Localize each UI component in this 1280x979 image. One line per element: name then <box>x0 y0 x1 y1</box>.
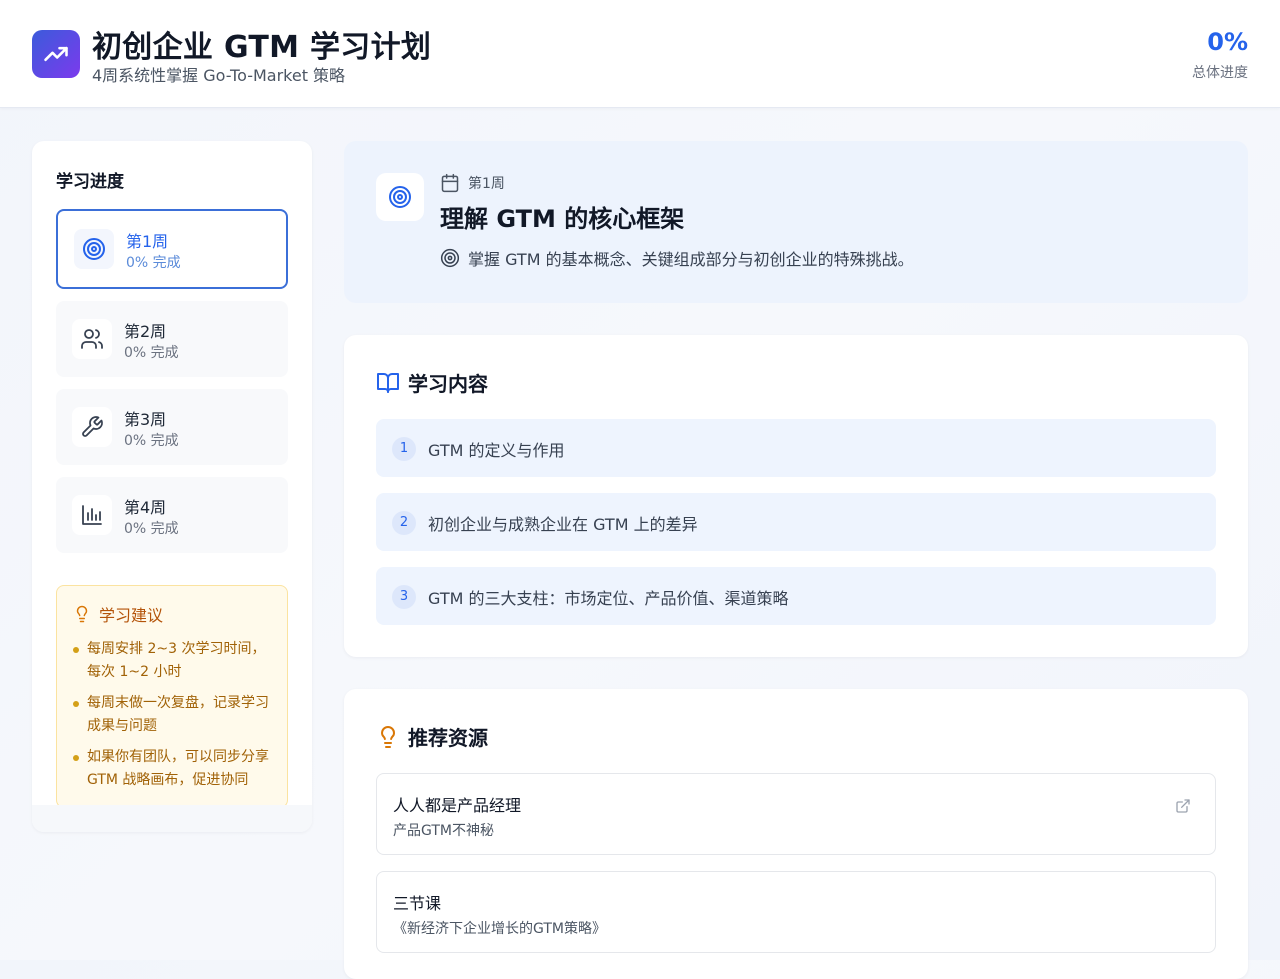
overall-progress-value: 0% <box>1207 28 1248 56</box>
tip-item: 每周安排 2~3 次学习时间，每次 1~2 小时 <box>73 638 278 684</box>
week-progress: 0% 完成 <box>124 521 179 537</box>
topic-text: 初创企业与成熟企业在 GTM 上的差异 <box>428 515 698 534</box>
week-tag-label: 第1周 <box>468 176 505 192</box>
week-tag: 第1周 <box>440 173 505 193</box>
tip-item: 每周末做一次复盘，记录学习成果与问题 <box>73 692 278 738</box>
resources-header: 推荐资源 <box>376 722 488 751</box>
week-label: 第1周 <box>126 232 169 251</box>
overall-progress-label: 总体进度 <box>1192 65 1248 81</box>
topic-item: 1 GTM 的定义与作用 <box>376 419 1216 477</box>
bar-chart-icon <box>72 495 112 535</box>
topic-item: 3 GTM 的三大支柱：市场定位、产品价值、渠道策略 <box>376 567 1216 625</box>
app-header: 初创企业 GTM 学习计划 4周系统性掌握 Go-To-Market 策略 0%… <box>0 0 1280 108</box>
week-label: 第4周 <box>124 498 167 517</box>
week-item-2[interactable]: 第2周 0% 完成 <box>56 301 288 377</box>
tips-title: 学习建议 <box>99 606 164 625</box>
content-card: 学习内容 1 GTM 的定义与作用 2 初创企业与成熟企业在 GTM 上的差异 … <box>344 335 1248 657</box>
week-title: 理解 GTM 的核心框架 <box>440 205 685 233</box>
target-icon <box>74 229 114 269</box>
week-label: 第2周 <box>124 322 167 341</box>
resource-item[interactable]: 人人都是产品经理 产品GTM不神秘 <box>376 773 1216 855</box>
week-progress: 0% 完成 <box>126 255 181 271</box>
wrench-icon <box>72 407 112 447</box>
study-tips: 学习建议 每周安排 2~3 次学习时间，每次 1~2 小时 每周末做一次复盘，记… <box>56 585 288 808</box>
resource-item[interactable]: 三节课 《新经济下企业增长的GTM策略》 <box>376 871 1216 953</box>
week-progress: 0% 完成 <box>124 345 179 361</box>
app-subtitle: 4周系统性掌握 Go-To-Market 策略 <box>92 66 346 85</box>
resources-card: 推荐资源 人人都是产品经理 产品GTM不神秘 三节课 《新经济下企业增长的GTM… <box>344 689 1248 979</box>
content-title: 学习内容 <box>408 372 488 396</box>
users-icon <box>72 319 112 359</box>
resource-desc: 《新经济下企业增长的GTM策略》 <box>393 921 606 937</box>
sidebar-title: 学习进度 <box>56 172 124 192</box>
content-header: 学习内容 <box>376 368 488 397</box>
resources-title: 推荐资源 <box>408 726 488 750</box>
tips-header: 学习建议 <box>73 602 163 626</box>
target-icon <box>440 248 460 268</box>
week-goal: 掌握 GTM 的基本概念、关键组成部分与初创企业的特殊挑战。 <box>440 246 914 270</box>
topic-item: 2 初创企业与成熟企业在 GTM 上的差异 <box>376 493 1216 551</box>
week-progress: 0% 完成 <box>124 433 179 449</box>
sidebar-footer <box>32 805 312 832</box>
week-overview: 第1周 理解 GTM 的核心框架 掌握 GTM 的基本概念、关键组成部分与初创企… <box>344 141 1248 303</box>
topic-number: 2 <box>392 511 416 535</box>
tip-item: 如果你有团队，可以同步分享 GTM 战略画布，促进协同 <box>73 746 278 792</box>
week-label: 第3周 <box>124 410 167 429</box>
week-item-3[interactable]: 第3周 0% 完成 <box>56 389 288 465</box>
target-icon <box>376 173 424 221</box>
topic-text: GTM 的三大支柱：市场定位、产品价值、渠道策略 <box>428 589 789 608</box>
progress-sidebar: 学习进度 第1周 0% 完成 第2周 0% 完成 第3周 0% 完成 第4周 0… <box>32 141 312 832</box>
week-item-4[interactable]: 第4周 0% 完成 <box>56 477 288 553</box>
resource-desc: 产品GTM不神秘 <box>393 823 494 839</box>
week-item-1[interactable]: 第1周 0% 完成 <box>56 209 288 289</box>
topic-number: 3 <box>392 585 416 609</box>
lightbulb-icon <box>73 605 91 623</box>
topic-text: GTM 的定义与作用 <box>428 441 565 460</box>
resource-name: 人人都是产品经理 <box>393 796 522 815</box>
resource-name: 三节课 <box>393 894 442 913</box>
external-link-icon[interactable] <box>1175 798 1191 814</box>
topic-number: 1 <box>392 437 416 461</box>
lightbulb-icon <box>376 725 400 749</box>
calendar-icon <box>440 173 460 193</box>
week-goal-text: 掌握 GTM 的基本概念、关键组成部分与初创企业的特殊挑战。 <box>468 250 914 269</box>
app-title: 初创企业 GTM 学习计划 <box>92 30 432 65</box>
book-open-icon <box>376 371 400 395</box>
tips-list: 每周安排 2~3 次学习时间，每次 1~2 小时 每周末做一次复盘，记录学习成果… <box>73 638 278 800</box>
trending-up-icon <box>32 30 80 78</box>
